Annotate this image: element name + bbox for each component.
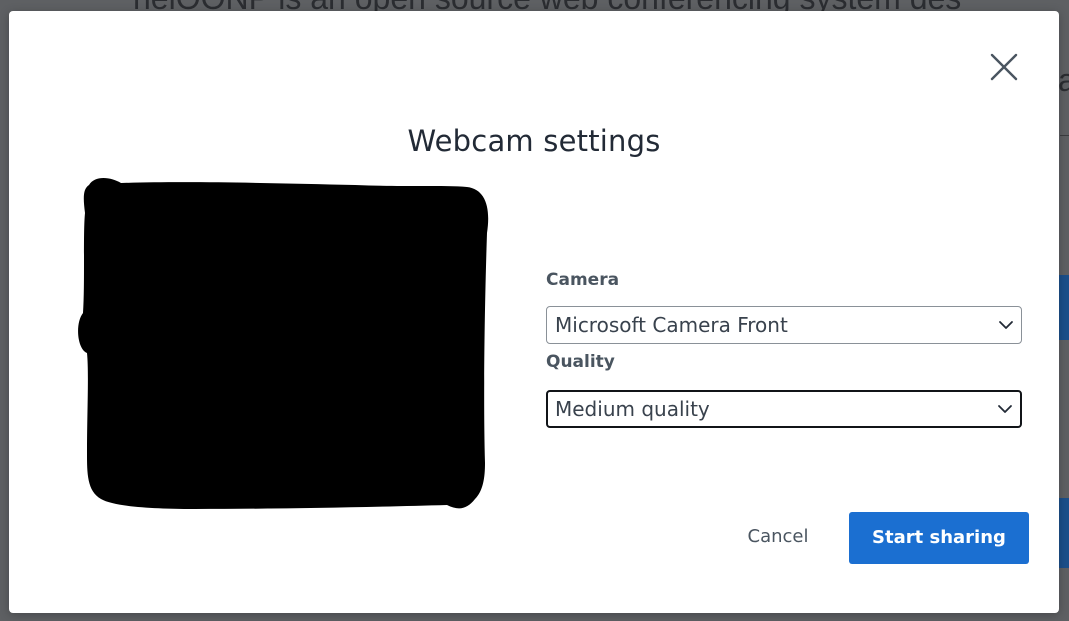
background-blue-element [1059,275,1069,340]
close-button[interactable] [988,51,1020,83]
background-blue-element [1059,498,1069,568]
camera-select-value: Microsoft Camera Front [555,313,788,337]
cancel-button[interactable]: Cancel [731,515,825,559]
quality-select-value: Medium quality [555,397,710,421]
quality-select[interactable]: Medium quality [546,390,1022,428]
dialog-title: Webcam settings [407,124,661,158]
camera-select[interactable]: Microsoft Camera Front [546,306,1022,344]
start-sharing-button[interactable]: Start sharing [849,512,1029,564]
webcam-preview [75,173,489,513]
camera-label: Camera [546,270,620,290]
close-icon [990,53,1018,81]
background-divider [1060,135,1069,136]
chevron-down-icon [997,401,1013,417]
quality-label: Quality [546,352,615,372]
webcam-settings-dialog: Webcam settings Camera Microsoft Camera … [9,11,1059,613]
chevron-down-icon [998,317,1014,333]
background-text-fragment: a [1058,62,1069,98]
